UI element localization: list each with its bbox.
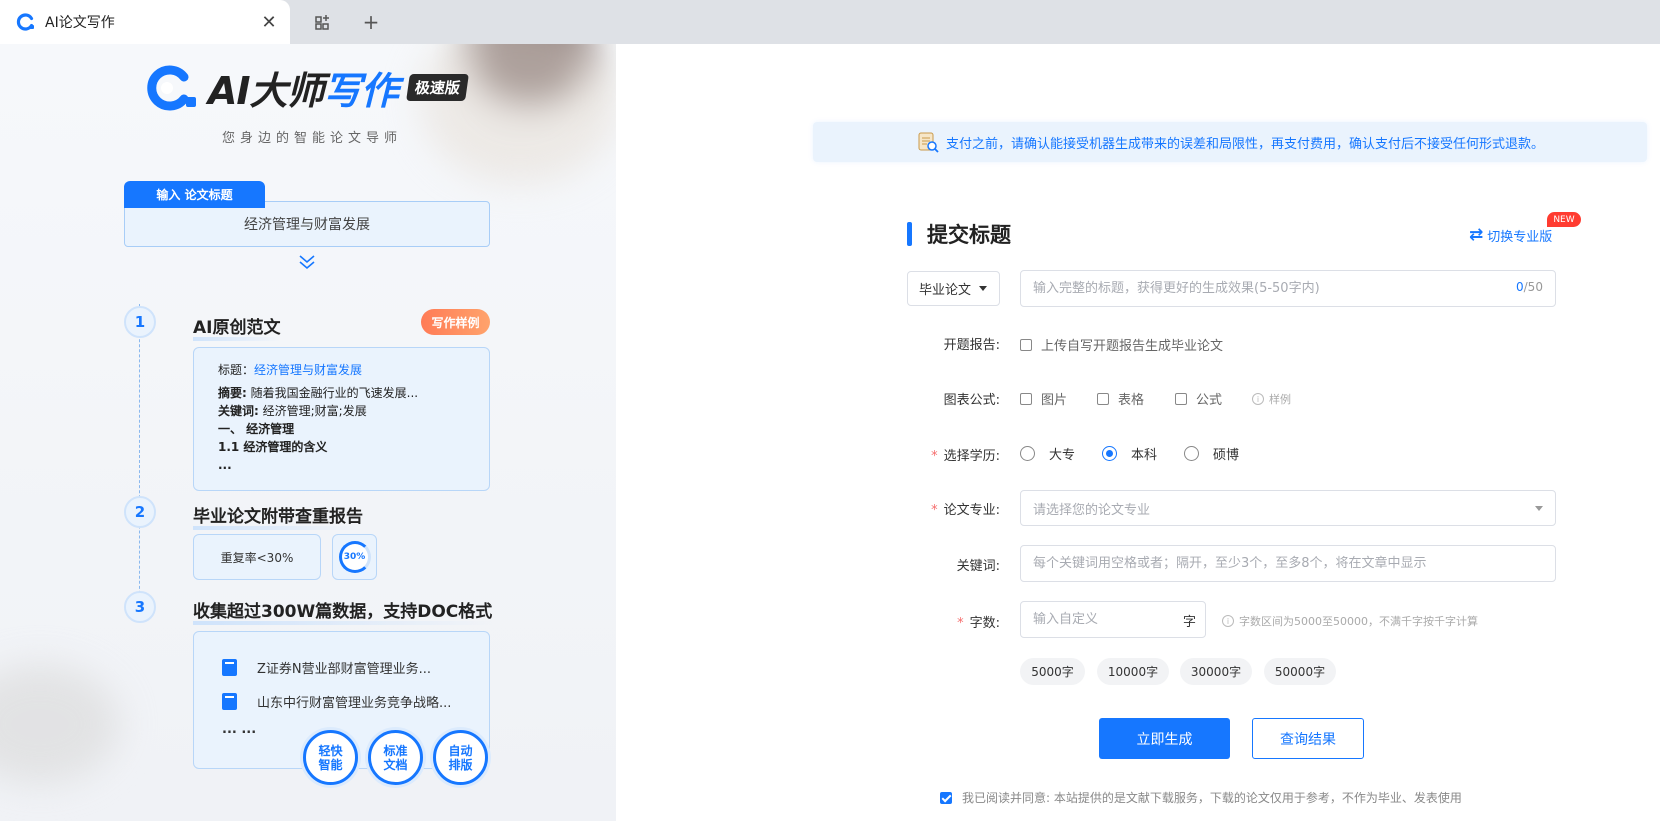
proposal-checkbox[interactable]: 上传自写开题报告生成毕业论文 (1020, 335, 1223, 354)
chart-formula-label: 图表公式: (943, 393, 1000, 408)
tab-close-icon[interactable]: ✕ (260, 12, 278, 33)
major-select[interactable]: 请选择您的论文专业 (1020, 490, 1556, 526)
switch-pro-link[interactable]: ⇄ 切换专业版 (1469, 225, 1552, 245)
chart-formula-checkbox[interactable]: 公式 (1175, 389, 1222, 408)
edition-badge: 极速版 (405, 74, 469, 101)
notice-text: 支付之前，请确认能接受机器生成带来的误差和局限性，再支付费用，确认支付后不接受任… (946, 136, 1545, 152)
sample-preview-card: 标题：经济管理与财富发展 摘要: 随着我国金融行业的飞速发展... 关键词: 经… (193, 347, 490, 491)
checkbox-icon (1175, 392, 1187, 405)
step-title-3: 收集超过300W篇数据，支持DOC格式 (193, 597, 493, 625)
browser-tab-bar: AI论文写作 ✕ + (0, 0, 1660, 44)
scroll-search-icon (918, 132, 939, 153)
word-count-label: * 字数: (957, 616, 1000, 631)
word-count-unit: 字 (1183, 615, 1197, 630)
brand-name: AI大师写作 (208, 69, 399, 113)
checkbox-icon (1020, 392, 1032, 405)
sample-more: ... (218, 458, 232, 472)
new-tab-button[interactable]: + (359, 10, 383, 34)
sample-title-line: 标题：经济管理与财富发展 (218, 363, 363, 377)
step-title-2: 毕业论文附带查重报告 (193, 502, 363, 530)
caret-down-icon (1535, 505, 1543, 511)
degree-radio-master[interactable]: 硕博 (1184, 444, 1239, 463)
major-label: * 论文专业: (931, 503, 1000, 518)
sample-abstract-line: 摘要: 随着我国金融行业的飞速发展... (218, 386, 419, 400)
degree-radio-bachelor[interactable]: 本科 (1102, 444, 1157, 463)
browser-tab-active[interactable]: AI论文写作 ✕ (0, 0, 290, 44)
proposal-label: 开题报告: (943, 338, 1000, 353)
switch-arrows-icon: ⇄ (1469, 225, 1484, 245)
checkbox-checked-icon (940, 791, 952, 804)
tab-group-icon[interactable] (311, 10, 335, 34)
radio-selected-icon (1102, 446, 1117, 461)
caret-down-icon (979, 286, 987, 291)
new-badge: NEW (1547, 212, 1581, 227)
document-icon (222, 692, 237, 710)
sample-keywords-line: 关键词: 经济管理;财富;发展 (218, 404, 367, 418)
keywords-label: 关键词: (956, 559, 1000, 574)
feature-light-smart: 轻快智能 (303, 730, 358, 785)
radio-icon (1020, 446, 1035, 461)
brand-logo: AI大师写作 极速版 (144, 60, 469, 115)
decor-blob (0, 664, 120, 784)
word-chip-5000[interactable]: 5000字 (1020, 658, 1085, 685)
title-input[interactable] (1020, 270, 1556, 307)
step-number-1: 1 (124, 306, 156, 338)
word-chip-10000[interactable]: 10000字 (1097, 658, 1169, 685)
double-chevron-down-icon (299, 255, 315, 270)
word-count-hint: i 字数区间为5000至50000，不满千字按千字计算 (1222, 613, 1478, 629)
duplicate-rate-ring: 30% (332, 534, 377, 580)
brand-slogan: 您身边的智能论文导师 (222, 131, 403, 146)
feature-auto-layout: 自动排版 (433, 730, 488, 785)
doc-list-item: 山东中行财富管理业务竞争战略... (222, 684, 489, 718)
step-timeline (139, 304, 140, 614)
duplicate-rate-box: 重复率<30% (193, 534, 321, 580)
word-chip-30000[interactable]: 30000字 (1180, 658, 1252, 685)
site-logo-icon (16, 13, 34, 31)
step-number-3: 3 (124, 591, 156, 623)
title-char-counter: 0/50 (1516, 280, 1543, 294)
section-accent-bar (907, 222, 912, 246)
word-count-input[interactable] (1020, 601, 1206, 638)
query-result-button[interactable]: 查询结果 (1252, 718, 1364, 759)
grid-plus-icon (315, 15, 329, 30)
step-title-1: AI原创范文 (193, 313, 281, 341)
info-icon: i (1222, 615, 1234, 627)
progress-ring-icon: 30% (338, 541, 371, 573)
sample-heading-1: 一、 经济管理 (218, 422, 295, 436)
brand-mark-icon (147, 65, 196, 110)
chart-table-checkbox[interactable]: 表格 (1097, 389, 1144, 408)
degree-radio-college[interactable]: 大专 (1020, 444, 1075, 463)
payment-notice: 支付之前，请确认能接受机器生成带来的误差和局限性，再支付费用，确认支付后不接受任… (813, 122, 1647, 162)
chart-image-checkbox[interactable]: 图片 (1020, 389, 1067, 408)
radio-icon (1184, 446, 1199, 461)
doc-list-item: Z证券N营业部财富管理业务... (222, 650, 489, 684)
word-chip-50000[interactable]: 50000字 (1264, 658, 1336, 685)
agreement-checkbox[interactable]: 我已阅读并同意: 本站提供的是文献下载服务，下载的论文仅用于参考，不作为毕业、发… (940, 789, 1462, 806)
feature-standard-doc: 标准文档 (368, 730, 423, 785)
tab-title: AI论文写作 (45, 15, 115, 31)
generate-button[interactable]: 立即生成 (1099, 718, 1230, 759)
info-icon: i (1252, 393, 1264, 405)
degree-label: * 选择学历: (931, 449, 1000, 464)
sample-heading-2: 1.1 经济管理的含义 (218, 440, 328, 454)
chart-example-hint[interactable]: i 样例 (1252, 391, 1291, 407)
paper-type-select[interactable]: 毕业论文 (907, 271, 1000, 306)
sample-badge[interactable]: 写作样例 (421, 309, 490, 335)
checkbox-icon (1020, 338, 1032, 351)
checkbox-icon (1097, 392, 1109, 405)
keywords-input[interactable] (1020, 545, 1556, 582)
input-title-tag: 输入 论文标题 (124, 181, 265, 208)
document-icon (222, 658, 237, 676)
step-number-2: 2 (124, 496, 156, 528)
section-title: 提交标题 (927, 223, 1011, 247)
